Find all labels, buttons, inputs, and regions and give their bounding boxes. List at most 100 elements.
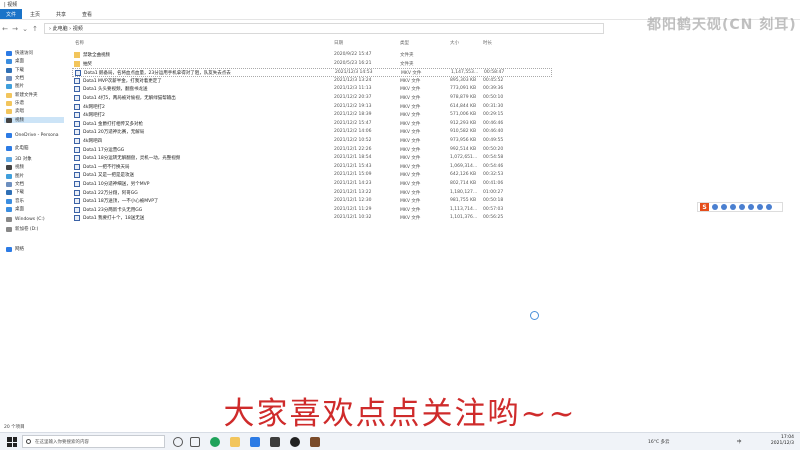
sidebar-item[interactable]: 卖唱	[6, 108, 24, 114]
file-name: Dota1 又是一把是是攻送	[83, 173, 135, 179]
sidebar-item[interactable]: 桌面	[6, 58, 24, 64]
sidebar-item[interactable]: 新建文件夹	[6, 92, 38, 98]
file-row[interactable]: Dota1 我要打十个，18送无送 2021/12/1 10:32 MKV 文件 1,…	[72, 214, 552, 223]
file-row[interactable]: 4k网吧打2 2021/12/2 18:39 MKV 文件 571,006 KB 00:…	[72, 111, 552, 120]
sogou-logo-icon[interactable]: S	[700, 203, 709, 211]
address-bar[interactable]: › 此电脑 › 视频	[44, 23, 604, 34]
video-file-icon	[74, 103, 80, 110]
search-icon	[26, 439, 31, 444]
ime-dot-icon[interactable]	[739, 204, 745, 210]
up-arrow-icon[interactable]: ↑	[30, 25, 40, 33]
weather-status[interactable]: 16°C 多云	[648, 439, 670, 445]
tab-view[interactable]: 查看	[74, 11, 100, 18]
file-row[interactable]: Dota1 MVP次薪半金，打我对着更定了 2021/12/3 13:24 MKV …	[72, 77, 552, 86]
file-date: 2021/12/1 22:26	[334, 146, 372, 152]
sidebar-item[interactable]: 下载	[6, 189, 24, 195]
tab-home[interactable]: 主页	[22, 11, 48, 18]
sidebar-item[interactable]: 新加卷 (D:)	[6, 226, 38, 232]
ime-toolbar[interactable]: S	[697, 202, 783, 212]
sidebar-item-icon	[6, 83, 12, 89]
back-arrow-icon[interactable]: ←	[0, 25, 10, 33]
sidebar-item-label: 新加卷 (D:)	[15, 227, 39, 232]
column-size[interactable]: 大小	[450, 40, 459, 46]
file-row[interactable]: 4k网吧四 2021/12/2 10:52 MKV 文件 973,956 KB 00:4…	[72, 137, 552, 146]
file-type: MKV 文件	[400, 173, 421, 179]
file-row[interactable]: Dota1 10分适神细送，另个MVP 2021/12/1 14:23 MKV 文件…	[72, 180, 552, 189]
column-name[interactable]: 名称	[75, 40, 84, 46]
file-row[interactable]: Dota1 一把不行换天局 2021/12/1 15:43 MKV 文件 1,069,…	[72, 163, 552, 172]
sidebar-item[interactable]: 乐谱	[6, 100, 24, 106]
file-row[interactable]: 禁歌全曲视频 2020/9/22 15:47 文件夹	[72, 51, 552, 60]
file-row[interactable]: Dota1 20万适神比赛，无解局 2021/12/2 14:06 MKV 文件 91…	[72, 128, 552, 137]
sidebar-item-label: 视频	[15, 118, 24, 123]
task-view-icon[interactable]	[190, 437, 200, 447]
file-type: 文件夹	[400, 61, 414, 67]
file-row[interactable]: 4k网吧打2 2021/12/2 19:13 MKV 文件 614,844 KB 00:…	[72, 103, 552, 112]
ime-dot-icon[interactable]	[757, 204, 763, 210]
tab-file[interactable]: 文件	[0, 9, 22, 19]
tab-share[interactable]: 共享	[48, 11, 74, 18]
column-duration[interactable]: 时长	[483, 40, 492, 46]
cortana-icon[interactable]	[173, 437, 183, 447]
title-bar: | 视频	[0, 0, 800, 9]
sidebar-item[interactable]: 网络	[6, 246, 24, 252]
edge-browser-icon[interactable]	[210, 437, 220, 447]
file-size: 642,126 KB	[450, 172, 477, 178]
ime-dot-icon[interactable]	[766, 204, 772, 210]
file-type: MKV 文件	[400, 121, 421, 127]
sidebar-item-label: 文档	[15, 182, 24, 187]
media-app-icon[interactable]	[290, 437, 300, 447]
file-row[interactable]: Dota1 金爵打打相传又多对枪 2021/12/2 15:47 MKV 文件 912…	[72, 120, 552, 129]
sidebar-item[interactable]: 文档	[6, 75, 24, 81]
sidebar-item-icon	[6, 189, 12, 195]
column-date[interactable]: 日期	[334, 40, 343, 46]
taskbar-search-box[interactable]: 在这里输入你要搜索的内容	[22, 435, 165, 448]
forward-arrow-icon[interactable]: →	[10, 25, 20, 33]
file-row[interactable]: Dota1 鹅备局，名将血点血量，23分运用手机拿得对了阻，队友失去点去 2021…	[72, 68, 552, 77]
file-row[interactable]: Dota1 23分两新卡头无用GG 2021/12/1 11:29 MKV 文件 1,…	[72, 206, 552, 215]
status-item-count: 20 个项目	[4, 425, 25, 430]
sidebar-item[interactable]: 视频	[6, 164, 24, 170]
video-file-icon	[74, 77, 80, 84]
store-icon[interactable]	[250, 437, 260, 447]
file-duration: 00:41:06	[483, 180, 504, 186]
ime-dot-icon[interactable]	[721, 204, 727, 210]
file-list: 禁歌全曲视频 2020/9/22 15:47 文件夹 抽奖 2020/5/23 16:2…	[72, 51, 552, 223]
file-row[interactable]: 抽奖 2020/5/23 16:21 文件夹	[72, 60, 552, 69]
sidebar-item[interactable]: 文档	[6, 181, 24, 187]
game-app-icon[interactable]	[310, 437, 320, 447]
sidebar-item[interactable]: Windows (C:)	[6, 217, 45, 222]
file-type: MKV 文件	[400, 164, 421, 170]
windows-start-icon[interactable]	[7, 437, 17, 447]
file-row[interactable]: Dota1 又是一把是是攻送 2021/12/1 15:09 MKV 文件 642,1…	[72, 171, 552, 180]
sidebar-item[interactable]: 下载	[6, 67, 24, 73]
file-explorer-icon[interactable]	[230, 437, 240, 447]
sidebar-item[interactable]: 图片	[6, 83, 24, 89]
system-clock[interactable]: 17:04 2021/12/3	[771, 435, 794, 447]
ime-dot-icon[interactable]	[730, 204, 736, 210]
sidebar-item[interactable]: 音乐	[6, 198, 24, 204]
sidebar-item[interactable]: 视频	[4, 117, 64, 123]
ime-dot-icon[interactable]	[748, 204, 754, 210]
file-row[interactable]: Dota1 17分运营GG 2021/12/1 22:26 MKV 文件 992,51…	[72, 146, 552, 155]
file-row[interactable]: Dota1 18分运转无解翻盘，灵机一动，光整视频 2021/12/1 18:54…	[72, 154, 552, 163]
sidebar-item[interactable]: 桌面	[6, 206, 24, 212]
file-row[interactable]: Dota1 22万分翔，阿哥GG 2021/12/1 13:22 MKV 文件 1,1…	[72, 189, 552, 198]
column-type[interactable]: 类型	[400, 40, 409, 46]
file-row[interactable]: Dota1 18万送顶，一不小心被MVP了 2021/12/1 12:30 MKV …	[72, 197, 552, 206]
app-icon[interactable]	[270, 437, 280, 447]
file-row[interactable]: Dota1 头头要视频，翻盘书龙送 2021/12/3 11:13 MKV 文件 77…	[72, 85, 552, 94]
sidebar-item[interactable]: 此电脑	[6, 145, 29, 151]
sidebar-item[interactable]: 3D 对象	[6, 156, 32, 162]
sidebar-item[interactable]: 快速访问	[6, 50, 33, 56]
sidebar-item-label: 视频	[15, 165, 24, 170]
chevron-down-icon[interactable]: ⌄	[20, 25, 30, 33]
sidebar-item[interactable]: 图片	[6, 173, 24, 179]
file-date: 2021/12/2 18:39	[334, 112, 372, 118]
ime-language-indicator[interactable]: 中	[737, 439, 742, 445]
ime-dot-icon[interactable]	[712, 204, 718, 210]
file-name: 4k网吧打2	[83, 113, 105, 119]
column-header-row: 名称 日期 类型 大小 时长	[72, 40, 552, 49]
sidebar-item[interactable]: OneDrive - Persona	[6, 133, 59, 138]
file-row[interactable]: Dota1 4打5，两局被对偷视，无解绿猫帮输出 2021/12/2 20:37 M…	[72, 94, 552, 103]
